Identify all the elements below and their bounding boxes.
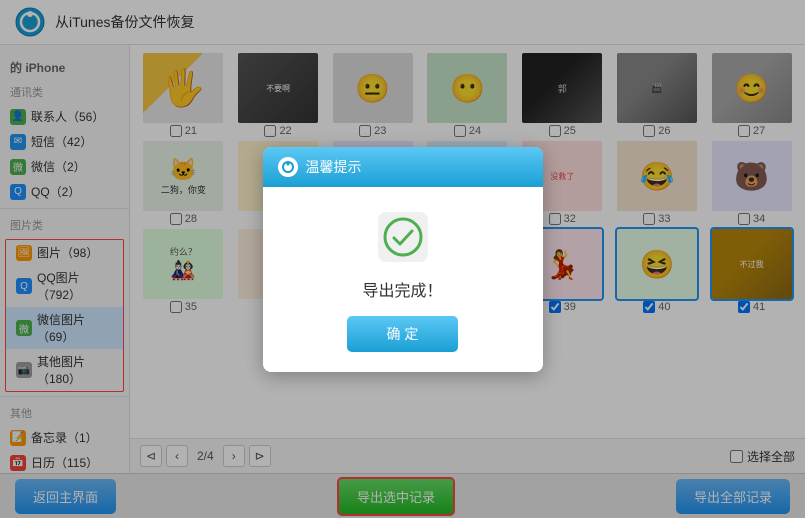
modal-dialog: 温馨提示 导出完成！ 确 定 [263, 147, 543, 372]
modal-ok-button[interactable]: 确 定 [347, 316, 459, 352]
modal-overlay: 温馨提示 导出完成！ 确 定 [0, 0, 805, 518]
modal-title: 温馨提示 [306, 157, 362, 177]
success-icon [378, 212, 428, 262]
modal-header-icon [278, 157, 298, 177]
modal-header: 温馨提示 [263, 147, 543, 187]
modal-message: 导出完成！ [362, 277, 442, 301]
modal-body: 导出完成！ 确 定 [263, 187, 543, 372]
